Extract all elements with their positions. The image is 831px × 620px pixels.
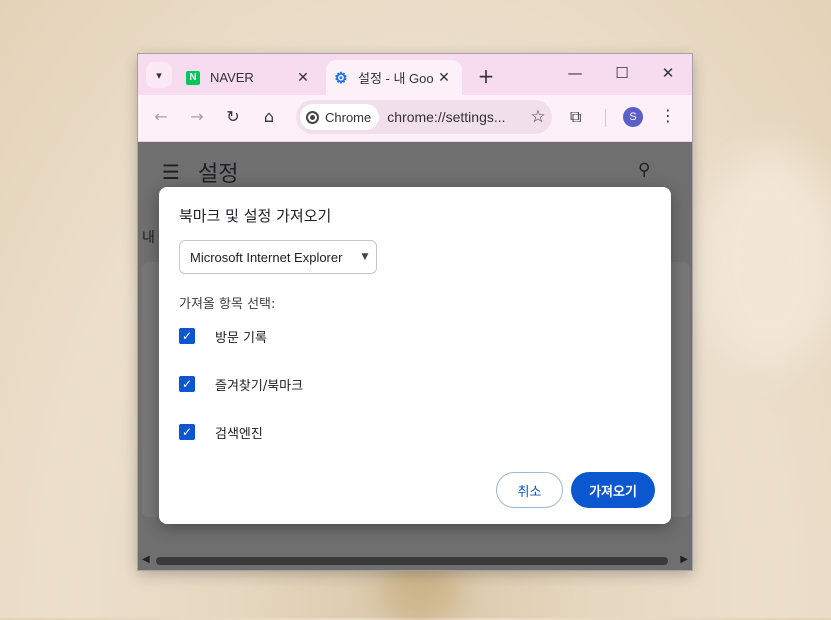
horizontal-scrollbar[interactable]: ◀ ▶	[138, 552, 692, 570]
browser-toolbar: ← → ↻ ⌂ Chrome chrome://settings... ☆ ⧉ …	[138, 95, 692, 142]
home-icon[interactable]: ⌂	[258, 107, 280, 126]
profile-avatar[interactable]: S	[623, 107, 643, 127]
import-button[interactable]: 가져오기	[571, 472, 655, 508]
reload-icon[interactable]: ↻	[222, 107, 244, 126]
minimize-button[interactable]: —	[565, 64, 585, 82]
tab-search-button[interactable]: ▾	[146, 62, 172, 88]
import-bookmarks-dialog: 북마크 및 설정 가져오기 Microsoft Internet Explore…	[159, 187, 671, 524]
scrollbar-thumb[interactable]	[156, 557, 668, 565]
chrome-logo-icon	[306, 110, 319, 124]
section-heading: 내	[142, 230, 155, 246]
hamburger-menu-icon[interactable]: ☰	[162, 160, 180, 184]
maximize-button[interactable]: ☐	[612, 64, 632, 82]
scroll-right-icon[interactable]: ▶	[680, 554, 688, 565]
checkbox-label: 즐겨찾기/북마크	[215, 378, 304, 394]
checkbox[interactable]: ✓	[179, 328, 195, 344]
page-title: 설정	[198, 162, 239, 187]
more-menu-icon[interactable]: ⋮	[660, 106, 676, 125]
bookmark-star-icon[interactable]: ☆	[524, 107, 552, 127]
extensions-puzzle-icon[interactable]: ⧉	[570, 107, 581, 127]
desktop-wallpaper-highlight	[700, 150, 831, 370]
close-tab-icon[interactable]: ✕	[293, 69, 313, 86]
site-info-chip[interactable]: Chrome	[300, 104, 380, 130]
items-label: 가져올 항목 선택:	[179, 297, 276, 312]
tab-naver[interactable]: N NAVER ✕	[178, 60, 321, 95]
scroll-left-icon[interactable]: ◀	[142, 554, 150, 565]
checkbox-label: 방문 기록	[215, 330, 267, 346]
site-info-label: Chrome	[325, 109, 372, 125]
cancel-button[interactable]: 취소	[496, 472, 563, 508]
close-tab-icon[interactable]: ✕	[434, 69, 454, 86]
tab-title: 설정 - 내 Goo	[358, 71, 434, 86]
checkbox[interactable]: ✓	[179, 376, 195, 392]
checkbox[interactable]: ✓	[179, 424, 195, 440]
naver-logo-icon: N	[186, 70, 200, 85]
toolbar-divider	[605, 109, 606, 127]
browser-select[interactable]: Microsoft Internet Explorer ▼	[179, 240, 377, 274]
gear-icon: ⚙	[334, 69, 348, 87]
dropdown-caret-icon: ▼	[361, 252, 369, 262]
import-item-bookmarks[interactable]: ✓ 즐겨찾기/북마크	[179, 374, 303, 394]
dialog-title: 북마크 및 설정 가져오기	[179, 207, 332, 225]
tab-strip: ▾ N NAVER ✕ ⚙ 설정 - 내 Goo ✕ + — ☐ ✕	[138, 54, 692, 95]
url-text[interactable]: chrome://settings...	[387, 109, 524, 125]
forward-arrow-icon[interactable]: →	[186, 107, 208, 126]
address-bar[interactable]: Chrome chrome://settings... ☆	[296, 100, 552, 134]
new-tab-button[interactable]: +	[476, 64, 496, 88]
search-icon[interactable]: ⚲	[638, 160, 650, 180]
close-window-button[interactable]: ✕	[658, 64, 678, 82]
checkbox-label: 검색엔진	[215, 426, 263, 442]
browser-select-value: Microsoft Internet Explorer	[190, 249, 343, 265]
import-item-history[interactable]: ✓ 방문 기록	[179, 326, 267, 346]
import-item-search-engines[interactable]: ✓ 검색엔진	[179, 422, 263, 442]
tab-title: NAVER	[210, 70, 254, 85]
back-arrow-icon[interactable]: ←	[150, 107, 172, 126]
chevron-down-icon: ▾	[156, 68, 162, 82]
tab-settings[interactable]: ⚙ 설정 - 내 Goo ✕	[326, 60, 462, 95]
